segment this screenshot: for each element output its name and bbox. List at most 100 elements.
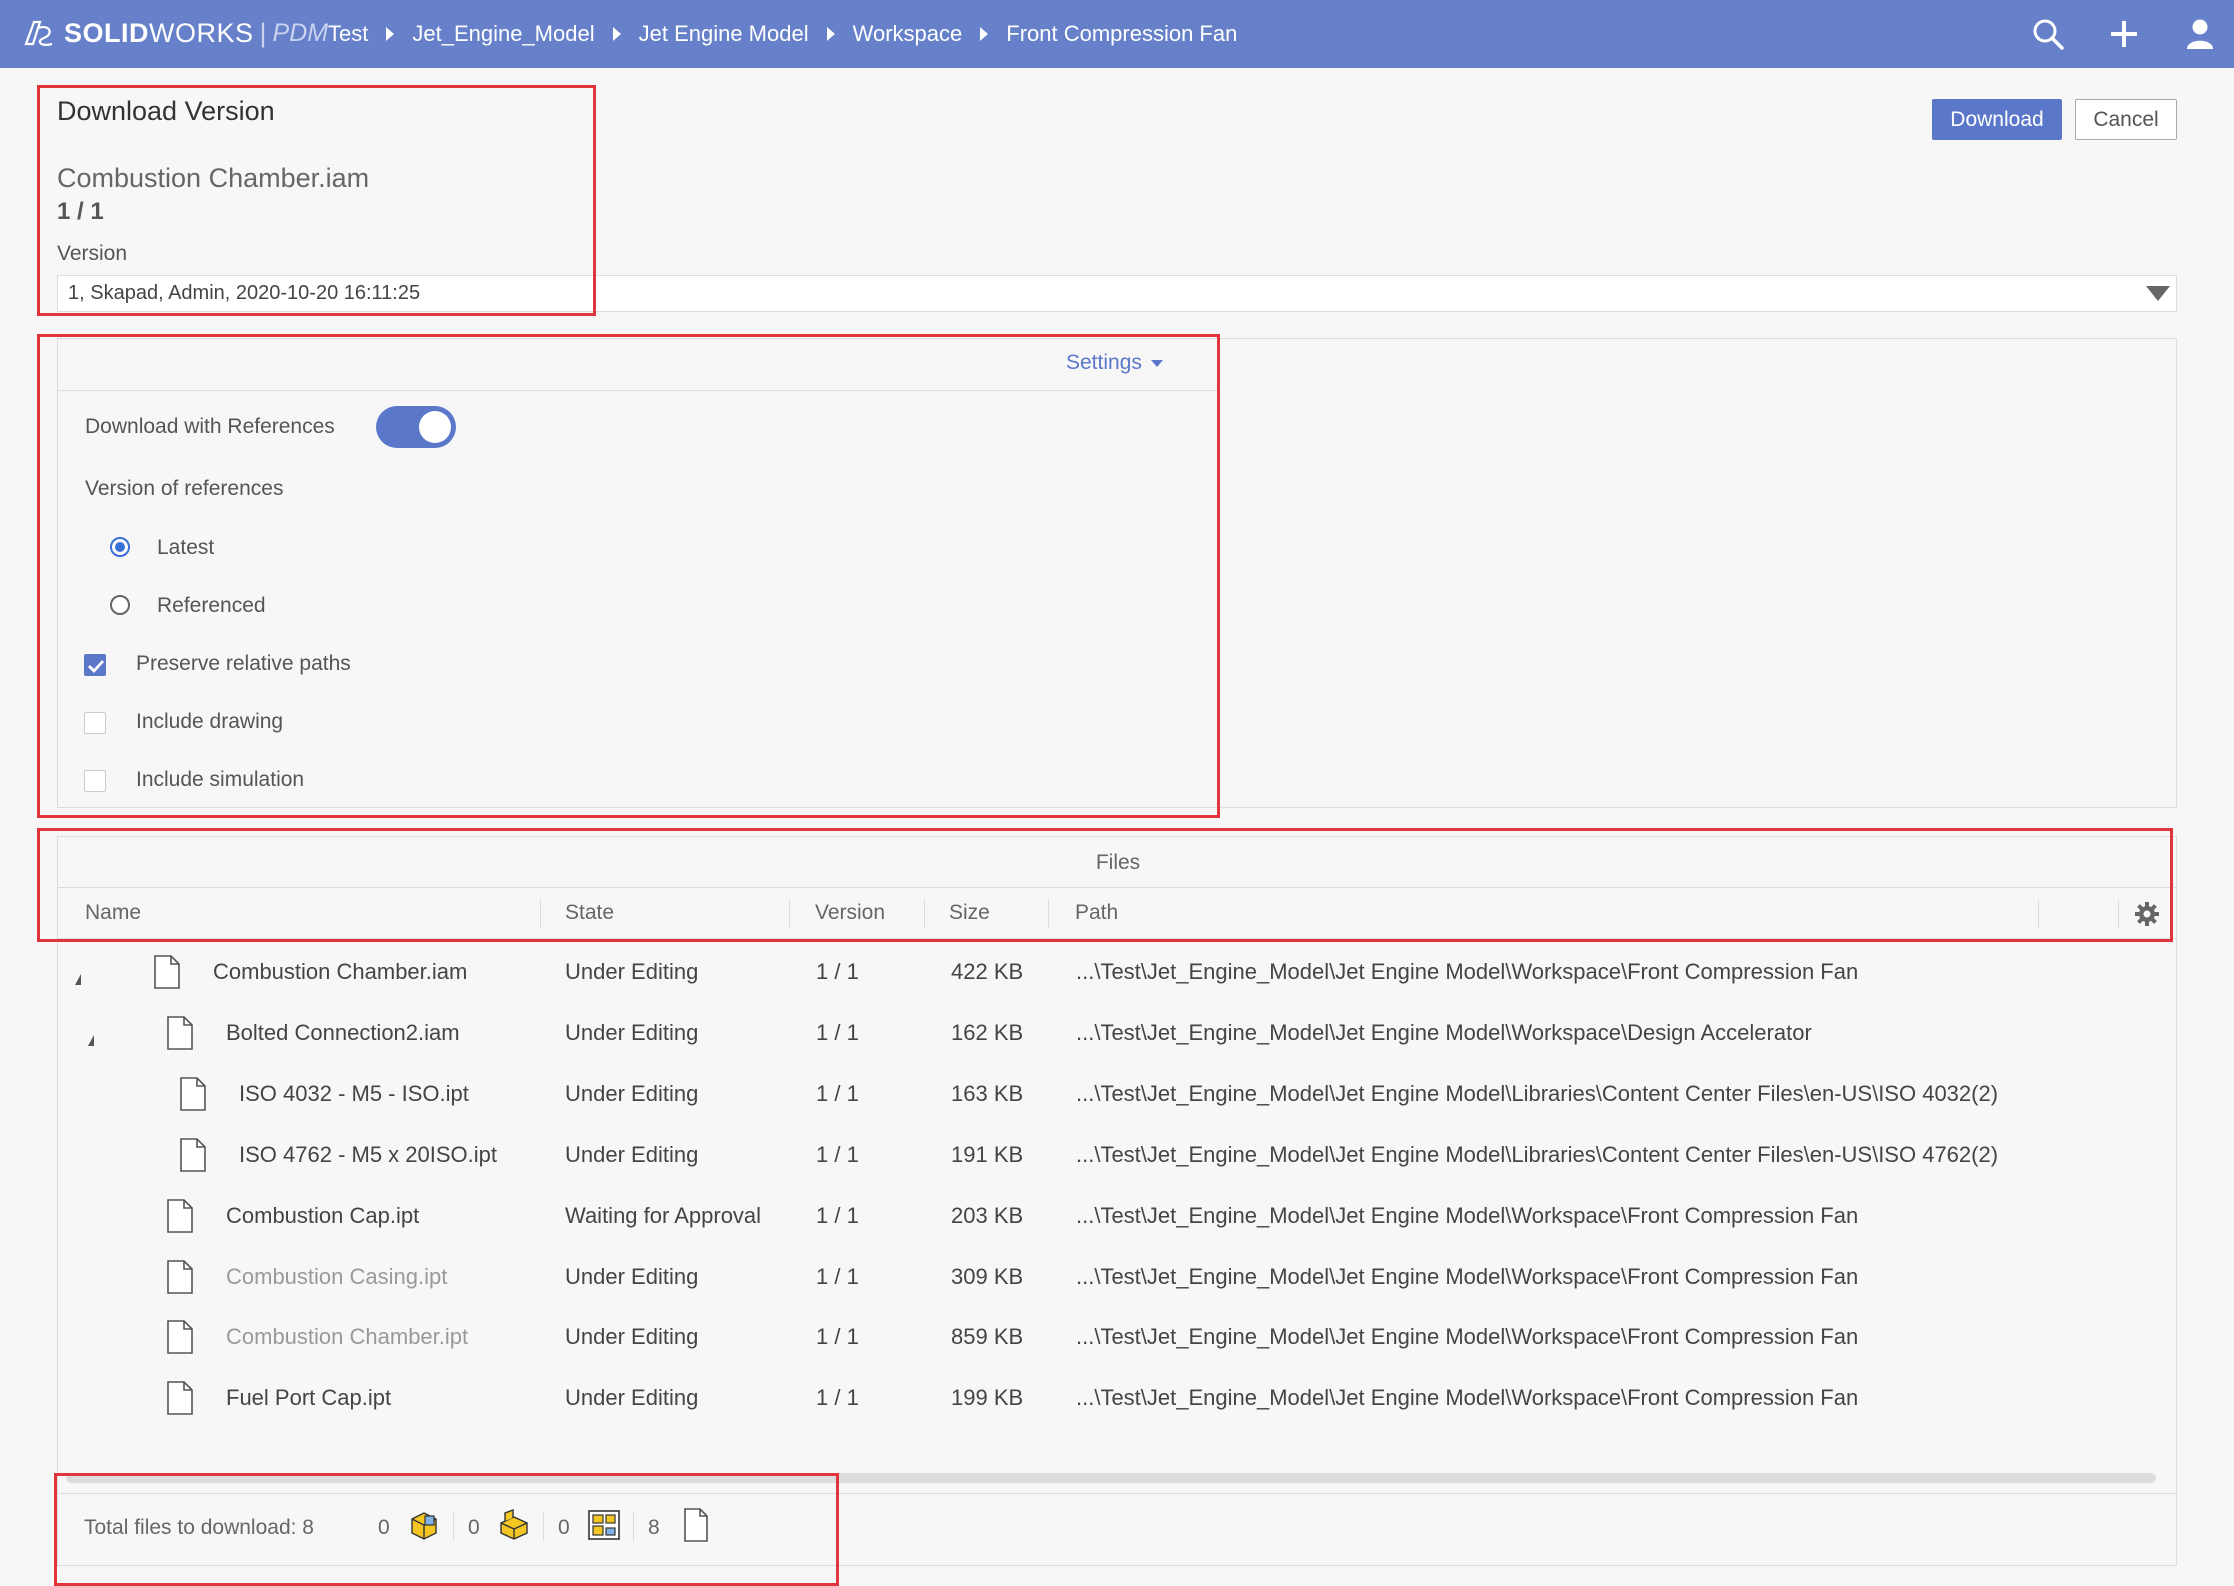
row-state: Under Editing xyxy=(565,959,699,984)
horizontal-scrollbar[interactable] xyxy=(66,1473,2156,1483)
column-header-path[interactable]: Path xyxy=(1075,901,1118,925)
row-state: Under Editing xyxy=(565,1081,699,1106)
breadcrumb-separator-icon xyxy=(826,27,835,41)
version-select[interactable]: 1, Skapad, Admin, 2020-10-20 16:11:25 xyxy=(57,275,2177,312)
row-name: Combustion Chamber.ipt xyxy=(226,1324,469,1349)
brand-light: WORKS xyxy=(149,17,254,48)
footer-separator xyxy=(453,1511,454,1541)
solidworks-pdm-logo[interactable]: SOLID WORKS | PDM xyxy=(20,14,328,52)
include-drawing-checkbox[interactable] xyxy=(84,712,106,734)
row-path: ...\Test\Jet_Engine_Model\Jet Engine Mod… xyxy=(1076,1385,1859,1410)
document-count: 8 xyxy=(648,1516,660,1539)
row-path: ...\Test\Jet_Engine_Model\Jet Engine Mod… xyxy=(1076,1020,1812,1045)
row-state: Waiting for Approval xyxy=(565,1203,762,1228)
row-name: Combustion Casing.ipt xyxy=(226,1264,448,1289)
toggle-knob xyxy=(419,411,451,443)
footer-separator xyxy=(543,1511,544,1541)
user-icon[interactable] xyxy=(2180,14,2220,54)
include-drawing-label: Include drawing xyxy=(136,710,284,733)
drawing-icon xyxy=(588,1510,620,1540)
top-bar-actions xyxy=(2028,0,2234,68)
cancel-button[interactable]: Cancel xyxy=(2075,99,2177,140)
file-version: 1 / 1 xyxy=(57,198,104,225)
preserve-relative-paths-checkbox[interactable] xyxy=(84,654,106,676)
download-with-references-toggle[interactable] xyxy=(376,406,456,448)
gear-icon[interactable] xyxy=(2133,900,2161,928)
row-name: Fuel Port Cap.ipt xyxy=(226,1385,392,1410)
part-icon xyxy=(500,1508,528,1540)
version-label: Version xyxy=(57,242,128,265)
column-divider[interactable] xyxy=(1048,900,1049,928)
column-header-name[interactable]: Name xyxy=(85,901,141,925)
download-button[interactable]: Download xyxy=(1932,99,2062,140)
table-row[interactable]: Combustion Chamber.iam Under Editing 1 /… xyxy=(58,943,2178,1004)
drawing-count: 0 xyxy=(558,1516,570,1539)
row-path: ...\Test\Jet_Engine_Model\Jet Engine Mod… xyxy=(1076,1324,1859,1349)
breadcrumb-item-jet-engine-model[interactable]: Jet Engine Model xyxy=(639,21,809,47)
radio-referenced[interactable] xyxy=(110,595,130,615)
row-version: 1 / 1 xyxy=(816,1385,859,1410)
collapse-toggle-icon[interactable] xyxy=(75,974,81,985)
table-row[interactable]: ISO 4032 - M5 - ISO.ipt Under Editing 1 … xyxy=(58,1065,2178,1126)
table-row[interactable]: Bolted Connection2.iam Under Editing 1 /… xyxy=(58,1004,2178,1065)
file-icon xyxy=(167,1381,193,1415)
row-state: Under Editing xyxy=(565,1020,699,1045)
download-with-references-label: Download with References xyxy=(85,415,335,438)
part-count: 0 xyxy=(468,1516,480,1539)
radio-latest[interactable] xyxy=(110,537,130,557)
row-path: ...\Test\Jet_Engine_Model\Jet Engine Mod… xyxy=(1076,1264,1859,1289)
files-table-header: Name State Version Size Path xyxy=(58,887,2178,939)
row-size: 191 KB xyxy=(951,1142,1024,1167)
row-name: Combustion Chamber.iam xyxy=(213,959,468,984)
file-icon xyxy=(180,1138,206,1172)
row-version: 1 / 1 xyxy=(816,1142,859,1167)
column-divider[interactable] xyxy=(540,900,541,928)
search-icon[interactable] xyxy=(2028,14,2068,54)
row-size: 422 KB xyxy=(951,959,1024,984)
column-header-version[interactable]: Version xyxy=(815,901,885,925)
row-size: 309 KB xyxy=(951,1264,1024,1289)
version-of-references-label: Version of references xyxy=(85,477,284,500)
radio-latest-label: Latest xyxy=(157,536,215,559)
row-path: ...\Test\Jet_Engine_Model\Jet Engine Mod… xyxy=(1076,959,1859,984)
row-path: ...\Test\Jet_Engine_Model\Jet Engine Mod… xyxy=(1076,1081,1999,1106)
file-icon xyxy=(167,1016,193,1050)
plus-icon[interactable] xyxy=(2104,14,2144,54)
breadcrumb-item-jet-engine-model-folder[interactable]: Jet_Engine_Model xyxy=(412,21,594,47)
brand-separator: | xyxy=(259,17,267,48)
column-divider[interactable] xyxy=(924,900,925,928)
row-name: Combustion Cap.ipt xyxy=(226,1203,420,1228)
page-title: Download Version xyxy=(57,96,275,126)
file-name: Combustion Chamber.iam xyxy=(57,163,370,193)
row-state: Under Editing xyxy=(565,1264,699,1289)
row-name: Bolted Connection2.iam xyxy=(226,1020,460,1045)
include-simulation-label: Include simulation xyxy=(136,768,305,791)
collapse-toggle-icon[interactable] xyxy=(88,1035,94,1046)
table-row[interactable]: Combustion Casing.ipt Under Editing 1 / … xyxy=(58,1248,2178,1309)
table-row[interactable]: Combustion Cap.ipt Waiting for Approval … xyxy=(58,1187,2178,1248)
row-version: 1 / 1 xyxy=(816,959,859,984)
column-header-state[interactable]: State xyxy=(565,901,614,925)
settings-toggle-label: Settings xyxy=(1066,351,1142,374)
column-divider[interactable] xyxy=(2038,900,2039,928)
column-divider[interactable] xyxy=(789,900,790,928)
column-header-size[interactable]: Size xyxy=(949,901,990,925)
breadcrumb-item-test[interactable]: Test xyxy=(328,21,368,47)
table-row[interactable]: ISO 4762 - M5 x 20ISO.ipt Under Editing … xyxy=(58,1126,2178,1187)
include-simulation-checkbox[interactable] xyxy=(84,770,106,792)
row-size: 163 KB xyxy=(951,1081,1024,1106)
total-files-label: Total files to download: 8 xyxy=(84,1516,314,1539)
row-path: ...\Test\Jet_Engine_Model\Jet Engine Mod… xyxy=(1076,1142,1999,1167)
breadcrumb-item-workspace[interactable]: Workspace xyxy=(853,21,963,47)
row-version: 1 / 1 xyxy=(816,1081,859,1106)
caret-down-icon xyxy=(1150,359,1163,367)
footer-divider xyxy=(58,1493,2178,1494)
breadcrumb-separator-icon xyxy=(386,27,395,41)
table-row[interactable]: Fuel Port Cap.ipt Under Editing 1 / 1 19… xyxy=(58,1369,2178,1430)
breadcrumb-separator-icon xyxy=(980,27,989,41)
file-icon xyxy=(154,955,180,989)
column-divider[interactable] xyxy=(2118,900,2119,928)
breadcrumb-item-front-compression-fan[interactable]: Front Compression Fan xyxy=(1006,21,1237,47)
settings-toggle[interactable]: Settings xyxy=(1066,351,1163,375)
table-row[interactable]: Combustion Chamber.ipt Under Editing 1 /… xyxy=(58,1308,2178,1369)
